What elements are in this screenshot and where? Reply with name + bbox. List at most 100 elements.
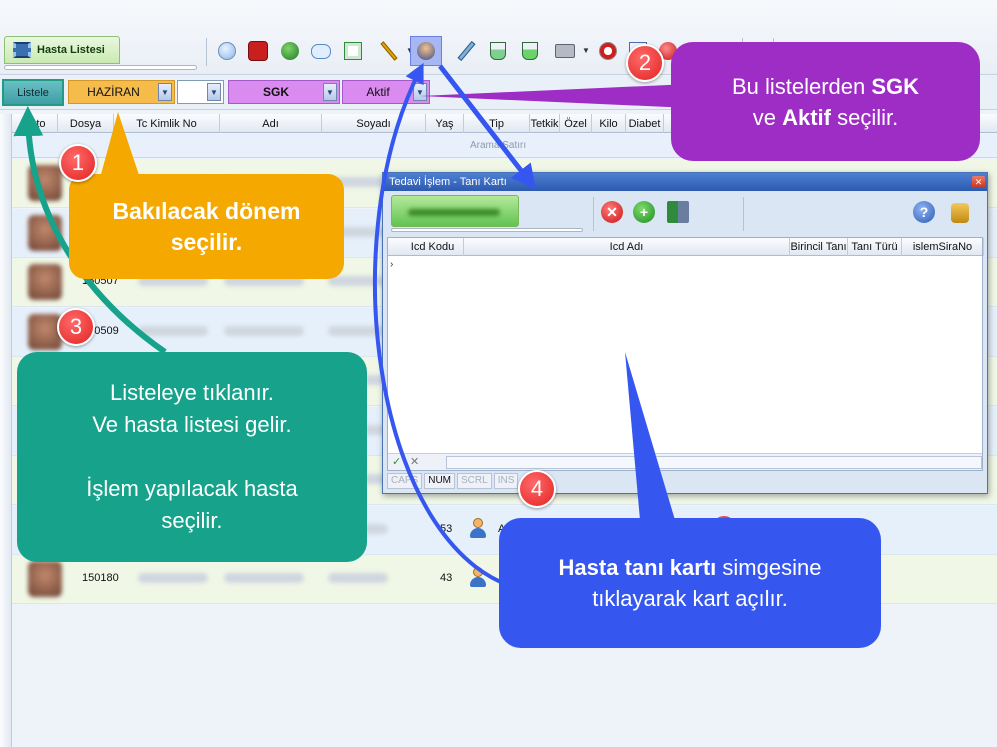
column-header[interactable]: Adı bbox=[220, 114, 322, 133]
heart-monitor-icon[interactable] bbox=[245, 38, 271, 64]
list-callout: Listeleye tıklanır. Ve hasta listesi gel… bbox=[17, 352, 367, 562]
chevron-down-icon[interactable]: ▼ bbox=[158, 83, 172, 101]
column-header[interactable]: Tc Kimlik No bbox=[114, 114, 220, 133]
app-window: Hasta Listesi ▼ ▼ Listele HAZİRAN ▼ ▼ bbox=[0, 0, 997, 747]
column-header[interactable]: Kilo bbox=[592, 114, 626, 133]
period-callout-text: Bakılacak dönem seçilir. bbox=[112, 197, 301, 255]
institution-select[interactable]: SGK ▼ bbox=[228, 80, 340, 104]
help-icon[interactable]: ? bbox=[913, 201, 935, 223]
chevron-down-icon[interactable]: ▼ bbox=[582, 46, 590, 55]
column-header[interactable]: Tip bbox=[464, 114, 530, 133]
lab-flask-info-icon[interactable] bbox=[485, 38, 511, 64]
globe-arrow-icon[interactable] bbox=[277, 38, 303, 64]
check-icon[interactable]: ✓ bbox=[392, 455, 401, 468]
printer-icon[interactable] bbox=[552, 38, 578, 64]
diagnosis-grid: Icd Kodu Icd Adı Birincil Tanı Tanı Türü isl… bbox=[387, 237, 984, 471]
month-select[interactable]: HAZİRAN ▼ bbox=[68, 80, 175, 104]
close-icon[interactable]: ✕ bbox=[972, 176, 985, 188]
sgk-callout: Bu listelerden SGK ve Aktif seçilir. bbox=[671, 42, 980, 161]
step-badge-2: 2 bbox=[626, 44, 664, 82]
sgk-callout-pre: Bu listelerden bbox=[731, 73, 872, 99]
patient-photo bbox=[28, 165, 62, 201]
dialog-status-bar: CAPS NUM SCRL INS bbox=[387, 473, 519, 489]
diagnosis-column-header[interactable]: Icd Kodu bbox=[402, 238, 464, 256]
column-header[interactable]: Diabet bbox=[626, 114, 664, 133]
blurred-cell bbox=[224, 325, 304, 336]
status-key-indicator: CAPS bbox=[387, 473, 423, 489]
row-indicator-column bbox=[0, 114, 12, 747]
blurred-tab-label bbox=[408, 209, 500, 216]
card-callout: Hasta tanı kartı simgesine tıklayarak ka… bbox=[499, 518, 881, 648]
column-header[interactable]: Tetkik bbox=[530, 114, 560, 133]
add-icon[interactable]: + bbox=[633, 201, 655, 223]
tab-hasta-listesi[interactable]: Hasta Listesi bbox=[4, 36, 120, 64]
delete-icon[interactable]: ✕ bbox=[601, 201, 623, 223]
status-key-indicator: SCRL bbox=[457, 473, 492, 489]
column-header[interactable]: Soyadı bbox=[322, 114, 426, 133]
person-icon bbox=[470, 567, 486, 587]
chat-bubble-icon[interactable] bbox=[308, 38, 334, 64]
sgk-callout-bold-1: SGK bbox=[871, 73, 920, 99]
diagnosis-column-header[interactable]: Icd Adı bbox=[464, 238, 790, 256]
first-aid-clock-icon[interactable] bbox=[595, 38, 621, 64]
blurred-cell bbox=[328, 325, 388, 336]
yas-cell: 43 bbox=[440, 572, 453, 584]
exit-door-icon[interactable] bbox=[667, 201, 689, 223]
step-badge-3: 3 bbox=[57, 308, 95, 346]
syringe-icon[interactable] bbox=[453, 38, 479, 64]
column-header[interactable]: Foto bbox=[12, 114, 58, 133]
cancel-icon[interactable]: ✕ bbox=[410, 455, 419, 468]
step-badge-1: 1 bbox=[59, 144, 97, 182]
blurred-cell bbox=[138, 573, 208, 583]
row-pointer-icon: › bbox=[390, 259, 394, 270]
institution-select-value: SGK bbox=[262, 85, 289, 99]
column-header[interactable]: Dosya bbox=[58, 114, 114, 133]
column-header[interactable]: Özel bbox=[560, 114, 592, 133]
status-select-value: Aktif bbox=[366, 85, 390, 99]
lightbulb-icon[interactable] bbox=[214, 38, 240, 64]
dialog-title: Tedavi İşlem - Tanı Kartı bbox=[383, 173, 987, 191]
status-key-indicator: NUM bbox=[424, 473, 456, 489]
year-select[interactable]: ▼ bbox=[177, 80, 224, 104]
horizontal-scrollbar[interactable] bbox=[446, 456, 982, 469]
patient-diagnosis-card-icon[interactable] bbox=[410, 36, 442, 66]
diagnosis-column-header[interactable]: islemSiraNo bbox=[902, 238, 984, 256]
yas-cell: 53 bbox=[440, 522, 453, 535]
blurred-cell bbox=[328, 573, 388, 583]
list-callout-text: Listeleye tıklanır. Ve hasta listesi gel… bbox=[86, 380, 298, 533]
card-callout-bold: Hasta tanı kartı bbox=[558, 555, 717, 580]
lock-icon[interactable] bbox=[951, 203, 969, 223]
step-badge-4: 4 bbox=[518, 470, 556, 508]
sgk-callout-bold-2: Aktif bbox=[782, 104, 831, 130]
chevron-down-icon[interactable]: ▼ bbox=[323, 83, 337, 101]
chevron-down-icon[interactable]: ▼ bbox=[413, 83, 427, 101]
pencil-icon[interactable] bbox=[376, 38, 402, 64]
sgk-callout-post: seçilir. bbox=[831, 104, 899, 130]
period-callout: Bakılacak dönem seçilir. bbox=[69, 174, 344, 279]
sgk-callout-mid: ve bbox=[752, 104, 783, 130]
lab-flask-icon[interactable] bbox=[517, 38, 543, 64]
column-header[interactable]: Yaş bbox=[426, 114, 464, 133]
status-select[interactable]: Aktif ▼ bbox=[342, 80, 430, 104]
diagnosis-card-dialog: Tedavi İşlem - Tanı Kartı ✕ ✕ + ? Icd Ko… bbox=[382, 172, 988, 494]
list-button[interactable]: Listele bbox=[2, 79, 64, 106]
blurred-cell bbox=[224, 573, 304, 583]
dosya-cell: 150180 bbox=[82, 572, 119, 584]
dialog-tab-track bbox=[391, 228, 583, 232]
excel-icon[interactable] bbox=[340, 38, 366, 64]
tab-scroll-track bbox=[4, 65, 197, 70]
search-row-label: Arama Satırı bbox=[470, 140, 527, 151]
patient-photo bbox=[28, 561, 62, 597]
month-select-value: HAZİRAN bbox=[87, 85, 140, 99]
sgk-callout-line-1: Bu listelerden SGK bbox=[732, 71, 919, 102]
diagnosis-column-header[interactable]: Birincil Tanı bbox=[790, 238, 848, 256]
blurred-cell bbox=[138, 325, 208, 336]
tab-label: Hasta Listesi bbox=[37, 44, 105, 56]
blurred-cell bbox=[328, 276, 388, 286]
diagnosis-column-header[interactable]: Tanı Türü bbox=[848, 238, 902, 256]
dialog-tab[interactable] bbox=[391, 195, 519, 227]
patient-photo bbox=[28, 214, 62, 251]
film-icon bbox=[13, 42, 31, 58]
chevron-down-icon[interactable]: ▼ bbox=[207, 83, 221, 101]
toolbar-separator bbox=[743, 197, 744, 231]
